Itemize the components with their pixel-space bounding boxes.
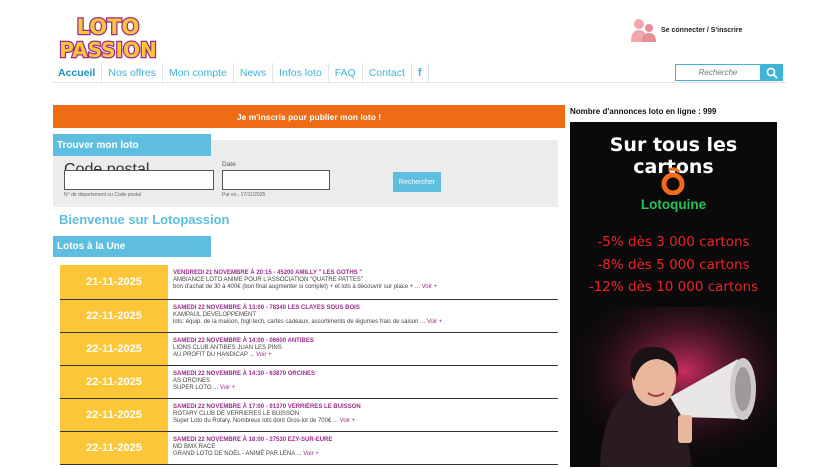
login-link[interactable]: Se connecter / S'inscrire	[631, 18, 742, 42]
lotoquine-brand: Lotoquine	[640, 197, 707, 212]
loto-organizer: AMBIANCE LOTO ANIME POUR L'ASSOCIATION "…	[173, 277, 363, 284]
loto-title[interactable]: SAMEDI 22 NOVEMBRE À 18:00 - 27530 EZY-S…	[173, 437, 332, 444]
voir-plus-link[interactable]: Voir +	[220, 385, 236, 391]
loto-item[interactable]: 22-11-2025 SAMEDI 22 NOVEMBRE À 18:00 - …	[60, 432, 558, 465]
voir-plus-link[interactable]: Voir +	[340, 418, 356, 424]
voir-plus-link[interactable]: Voir +	[256, 352, 272, 358]
date-input[interactable]	[222, 170, 330, 190]
voir-plus-link[interactable]: Voir +	[303, 451, 319, 457]
nav-infos-loto[interactable]: Infos loto	[273, 63, 329, 82]
facebook-icon[interactable]: f	[412, 63, 429, 82]
nav-accueil[interactable]: Accueil	[52, 63, 103, 82]
loto-date: 22-11-2025	[60, 300, 168, 332]
rechercher-button[interactable]: Rechercher	[393, 172, 441, 192]
loto-description: bon d'achat de 30 à 400€ (bon final augm…	[173, 284, 420, 291]
loto-organizer: KAMPAUL DEVELOPPEMENT	[173, 312, 257, 319]
loto-organizer: AS ORCINES	[173, 378, 211, 385]
voir-plus-link[interactable]: Voir +	[427, 319, 443, 325]
nav-nos-offres[interactable]: Nos offres	[102, 63, 164, 82]
loto-description: Super Loto du Rotary. Nombreux lots dont…	[173, 418, 338, 425]
nav-news[interactable]: News	[234, 63, 274, 82]
logo-text-line1: LOTO	[77, 15, 140, 39]
loto-description: GRAND LOTO DE NOËL - ANIMÉ PAR LÉNA ...	[173, 451, 302, 458]
publish-loto-button[interactable]: Je m'inscris pour publier mon loto !	[53, 105, 565, 128]
find-loto-title: Trouver mon loto	[53, 134, 211, 156]
loto-date: 22-11-2025	[60, 432, 168, 464]
loto-date: 21-11-2025	[60, 265, 168, 299]
nav-mon-compte[interactable]: Mon compte	[163, 63, 234, 82]
loto-title[interactable]: SAMEDI 22 NOVEMBRE À 14:00 - 06600 ANTIB…	[173, 338, 314, 345]
loto-title[interactable]: SAMEDI 22 NOVEMBRE À 14:30 - 63870 ORCIN…	[173, 371, 315, 378]
logo-text-line2: PASSION	[59, 38, 156, 60]
loto-title[interactable]: SAMEDI 22 NOVEMBRE À 13:00 - 78340 LES C…	[173, 305, 442, 312]
loto-description: SUPER LOTO ...	[173, 385, 219, 392]
loto-item[interactable]: 21-11-2025 VENDREDI 21 NOVEMBRE À 20:15 …	[60, 265, 558, 300]
lotoquine-promo-banner[interactable]: Sur tous les cartons Lotoquine -5% dès 3…	[570, 122, 777, 467]
loto-title[interactable]: VENDREDI 21 NOVEMBRE À 20:15 - 45200 AMI…	[173, 270, 437, 277]
loto-organizer: ROTARY CLUB DE VERRIERES LE BUISSON	[173, 411, 300, 418]
search-icon	[766, 67, 778, 79]
postal-hint: N° de département ou Code postal	[64, 192, 142, 198]
loto-item[interactable]: 22-11-2025 SAMEDI 22 NOVEMBRE À 17:00 - …	[60, 399, 558, 432]
featured-lotos-title: Lotos à la Une	[53, 236, 211, 257]
welcome-heading: Bienvenue sur Lotopassion	[59, 212, 230, 227]
logo[interactable]: LOTO PASSION	[52, 14, 164, 64]
promo-line-1: -5% dès 3 000 cartons	[597, 234, 750, 250]
loto-description: AU PROFIT DU HANDICAP ...	[173, 352, 255, 359]
voir-plus-link[interactable]: Voir +	[422, 284, 438, 290]
ads-count: Nombre d'annonces loto en ligne : 999	[570, 107, 717, 116]
promo-line-3: -12% dès 10 000 cartons	[588, 279, 759, 295]
users-icon	[631, 19, 656, 42]
loto-item[interactable]: 22-11-2025 SAMEDI 22 NOVEMBRE À 13:00 - …	[60, 300, 558, 333]
loto-item[interactable]: 22-11-2025 SAMEDI 22 NOVEMBRE À 14:00 - …	[60, 333, 558, 366]
date-label: Date	[222, 161, 236, 168]
site-search	[675, 64, 783, 81]
loto-date: 22-11-2025	[60, 366, 168, 398]
loto-date: 22-11-2025	[60, 399, 168, 431]
lotoquine-logo-icon	[661, 167, 685, 195]
loto-date: 22-11-2025	[60, 333, 168, 365]
featured-lotos-list: 21-11-2025 VENDREDI 21 NOVEMBRE À 20:15 …	[60, 265, 558, 465]
date-hint: Par ex., 17/11/2025	[222, 192, 266, 198]
loto-organizer: LIONS CLUB ANTIBES JUAN LES PINS	[173, 345, 282, 352]
login-label: Se connecter / S'inscrire	[661, 26, 743, 34]
search-button[interactable]	[761, 64, 783, 81]
loto-item[interactable]: 22-11-2025 SAMEDI 22 NOVEMBRE À 14:30 - …	[60, 366, 558, 399]
woman-megaphone-illustration	[570, 307, 777, 467]
loto-title[interactable]: SAMEDI 22 NOVEMBRE À 17:00 - 91370 VERRI…	[173, 404, 361, 411]
nav-faq[interactable]: FAQ	[329, 63, 363, 82]
loto-description: lots: équip. de la maison, higt-tech, ca…	[173, 319, 426, 326]
promo-line-2: -8% dès 5 000 cartons	[597, 257, 750, 273]
nav-contact[interactable]: Contact	[363, 63, 412, 82]
search-input[interactable]	[675, 64, 761, 81]
postal-code-input[interactable]	[64, 170, 214, 190]
